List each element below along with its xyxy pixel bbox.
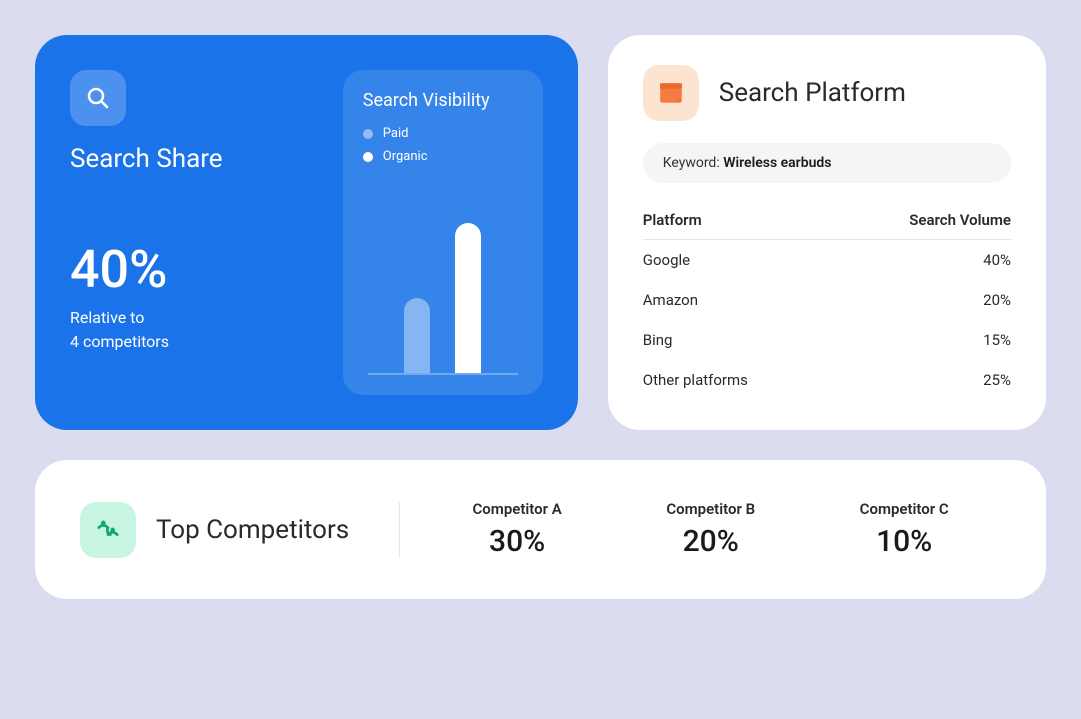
search-visibility-panel: Search Visibility Paid Organic bbox=[343, 70, 543, 395]
legend-paid: Paid bbox=[363, 126, 523, 141]
search-share-subtitle: Relative to 4 competitors bbox=[70, 306, 313, 354]
search-share-title: Search Share bbox=[70, 144, 313, 174]
search-share-card: Search Share 40% Relative to 4 competito… bbox=[35, 35, 578, 430]
search-visibility-title: Search Visibility bbox=[363, 90, 523, 111]
top-competitors-title: Top Competitors bbox=[156, 515, 349, 545]
platform-table: Platform Search Volume Google 40% Amazon… bbox=[643, 201, 1011, 400]
table-row: Other platforms 25% bbox=[643, 360, 1011, 400]
search-platform-title: Search Platform bbox=[719, 78, 906, 108]
competitors-icon bbox=[80, 502, 136, 558]
top-competitors-card: Top Competitors Competitor A 30% Competi… bbox=[35, 460, 1046, 599]
competitor-item: Competitor A 30% bbox=[473, 500, 562, 559]
competitor-name: Competitor B bbox=[666, 500, 755, 518]
competitor-item: Competitor B 20% bbox=[666, 500, 755, 559]
table-row: Google 40% bbox=[643, 240, 1011, 280]
keyword-value: Wireless earbuds bbox=[723, 155, 831, 171]
bar-organic bbox=[455, 223, 481, 373]
competitor-name: Competitor C bbox=[860, 500, 949, 518]
keyword-pill: Keyword: Wireless earbuds bbox=[643, 143, 1011, 183]
browser-icon bbox=[643, 65, 699, 121]
search-icon bbox=[70, 70, 126, 126]
table-header-platform: Platform bbox=[643, 211, 702, 229]
competitor-value: 10% bbox=[860, 524, 949, 559]
competitor-value: 20% bbox=[666, 524, 755, 559]
search-share-value: 40% bbox=[70, 244, 313, 296]
chart-legend: Paid Organic bbox=[363, 126, 523, 164]
legend-organic: Organic bbox=[363, 149, 523, 164]
bar-paid bbox=[404, 298, 430, 373]
table-row: Amazon 20% bbox=[643, 280, 1011, 320]
competitor-value: 30% bbox=[473, 524, 562, 559]
competitor-item: Competitor C 10% bbox=[860, 500, 949, 559]
table-row: Bing 15% bbox=[643, 320, 1011, 360]
competitor-name: Competitor A bbox=[473, 500, 562, 518]
visibility-bar-chart bbox=[368, 184, 518, 375]
search-platform-card: Search Platform Keyword: Wireless earbud… bbox=[608, 35, 1046, 430]
table-header-volume: Search Volume bbox=[909, 211, 1011, 229]
keyword-label: Keyword: bbox=[663, 155, 723, 171]
